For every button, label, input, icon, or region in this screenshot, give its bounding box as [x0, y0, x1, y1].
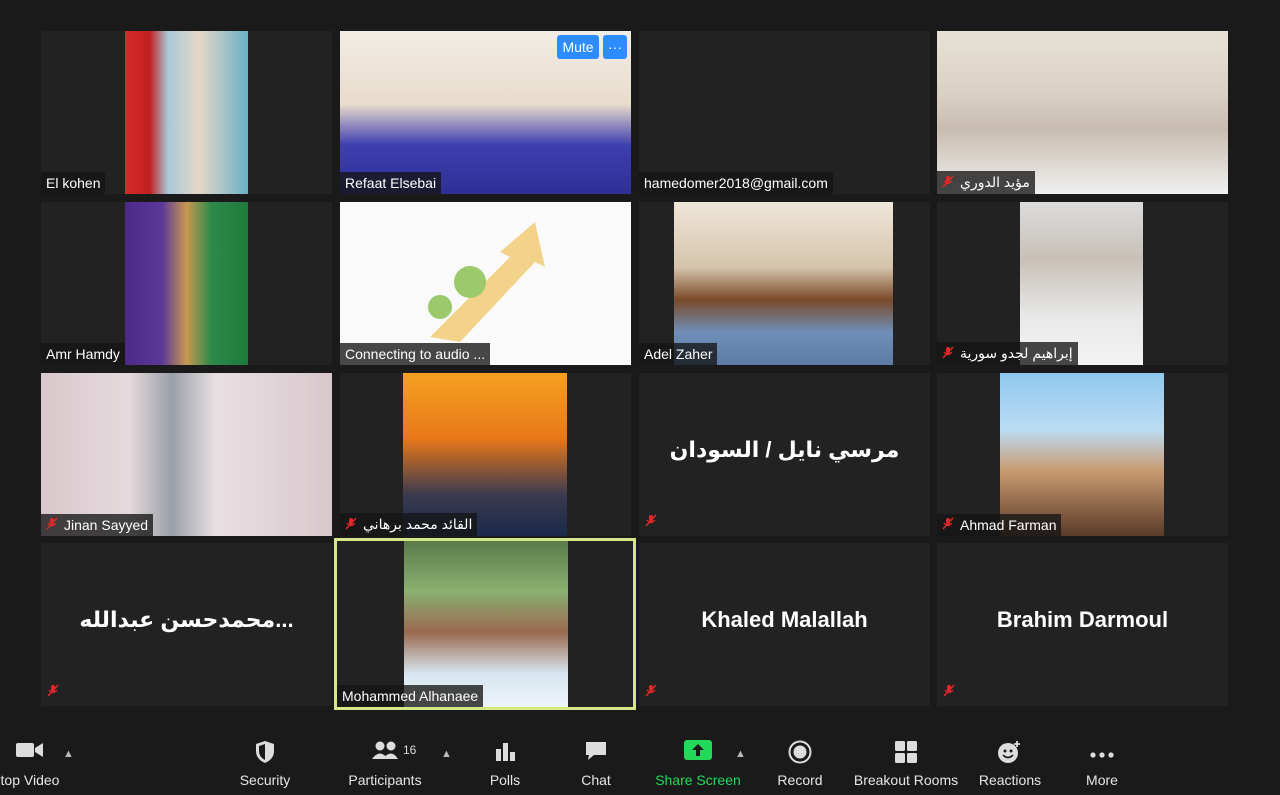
participant-name: Refaat Elsebai: [340, 172, 442, 194]
participant-video: [674, 202, 893, 365]
participant-video: [1020, 202, 1143, 365]
participant-name: مؤيد الدوري: [937, 171, 1035, 194]
mic-muted-icon: [645, 684, 657, 702]
participant-name: Amr Hamdy: [41, 343, 125, 365]
mic-muted-icon: [47, 684, 59, 702]
mic-muted-icon: [345, 516, 357, 533]
mic-muted-icon: [46, 517, 58, 533]
video-options-caret[interactable]: ▲: [63, 748, 74, 760]
participant-name: القائد محمد برهاني: [340, 513, 478, 536]
participant-name-placeholder: Khaled Malallah: [701, 607, 868, 632]
participant-name: Jinan Sayyed: [41, 514, 154, 536]
mic-muted-icon: [942, 345, 954, 362]
mic-muted-icon: [942, 174, 954, 191]
participants-options-caret[interactable]: ▲: [441, 748, 452, 760]
participant-name: Connecting to audio ...: [340, 343, 491, 365]
video-camera-icon: [16, 740, 44, 763]
participant-name: Mohammed Alhanaee: [337, 685, 484, 707]
more-options-button[interactable]: ···: [603, 35, 627, 59]
participant-name-placeholder: مرسي نايل / السودان: [669, 437, 900, 462]
grid-icon: [894, 740, 918, 767]
participant-video: [41, 373, 332, 536]
participant-video: [403, 373, 567, 536]
mic-muted-icon: [943, 684, 955, 702]
participant-video: [404, 541, 568, 707]
bar-chart-icon: [494, 740, 516, 765]
participant-name: El kohen: [41, 172, 106, 194]
record-icon: [788, 740, 812, 767]
video-tile[interactable]: إبراهيم لجدو سورية: [937, 202, 1228, 365]
more-button[interactable]: More: [1072, 728, 1132, 795]
chat-button[interactable]: Chat: [566, 728, 626, 795]
share-screen-icon: [684, 740, 712, 763]
participant-video: [1000, 373, 1164, 536]
video-tile[interactable]: Connecting to audio ...: [340, 202, 631, 365]
share-screen-button[interactable]: Share Screen: [652, 728, 744, 795]
video-tile[interactable]: Jinan Sayyed: [41, 373, 332, 536]
meeting-toolbar: top Video ▲ Security 16 Participants ▲ P…: [0, 728, 1280, 795]
participant-video: [125, 202, 248, 365]
participant-name: إبراهيم لجدو سورية: [937, 342, 1078, 365]
more-dots-icon: [1089, 746, 1115, 762]
video-tile[interactable]: Mute ··· Refaat Elsebai: [340, 31, 631, 194]
video-tile[interactable]: القائد محمد برهاني: [340, 373, 631, 536]
participant-name-placeholder: محمدحسن عبدالله...: [79, 607, 294, 632]
video-tile[interactable]: Khaled Malallah: [639, 543, 930, 706]
people-icon: [371, 740, 399, 763]
smiley-add-icon: [997, 740, 1023, 767]
video-tile[interactable]: Adel Zaher: [639, 202, 930, 365]
chat-bubble-icon: [584, 740, 608, 765]
video-tile[interactable]: Ahmad Farman: [937, 373, 1228, 536]
video-tile[interactable]: Amr Hamdy: [41, 202, 332, 365]
participant-video: [340, 202, 631, 365]
mute-button[interactable]: Mute: [557, 35, 599, 59]
participant-name-placeholder: Brahim Darmoul: [996, 607, 1169, 632]
security-button[interactable]: Security: [230, 728, 300, 795]
breakout-rooms-button[interactable]: Breakout Rooms: [850, 728, 962, 795]
polls-button[interactable]: Polls: [475, 728, 535, 795]
video-tile[interactable]: مرسي نايل / السودان: [639, 373, 930, 536]
shield-icon: [254, 740, 276, 767]
active-speaker-tile[interactable]: Mohammed Alhanaee: [334, 538, 636, 710]
mic-muted-icon: [645, 514, 657, 532]
share-options-caret[interactable]: ▲: [735, 748, 746, 760]
logo-arrow-icon: [428, 222, 545, 342]
participant-name: Ahmad Farman: [937, 514, 1062, 536]
reactions-button[interactable]: Reactions: [975, 728, 1045, 795]
participant-name: Adel Zaher: [639, 343, 718, 365]
video-tile[interactable]: Brahim Darmoul: [937, 543, 1228, 706]
video-tile[interactable]: محمدحسن عبدالله...: [41, 543, 332, 706]
participant-video: [125, 31, 248, 194]
participant-video: [937, 31, 1228, 194]
participants-count: 16: [403, 743, 417, 757]
participant-name: hamedomer2018@gmail.com: [639, 172, 833, 194]
record-button[interactable]: Record: [770, 728, 830, 795]
stop-video-button[interactable]: top Video: [0, 728, 60, 795]
video-tile[interactable]: مؤيد الدوري: [937, 31, 1228, 194]
video-tile[interactable]: hamedomer2018@gmail.com: [639, 31, 930, 194]
participants-button[interactable]: 16 Participants: [345, 728, 425, 795]
video-tile[interactable]: El kohen: [41, 31, 332, 194]
mic-muted-icon: [942, 517, 954, 533]
